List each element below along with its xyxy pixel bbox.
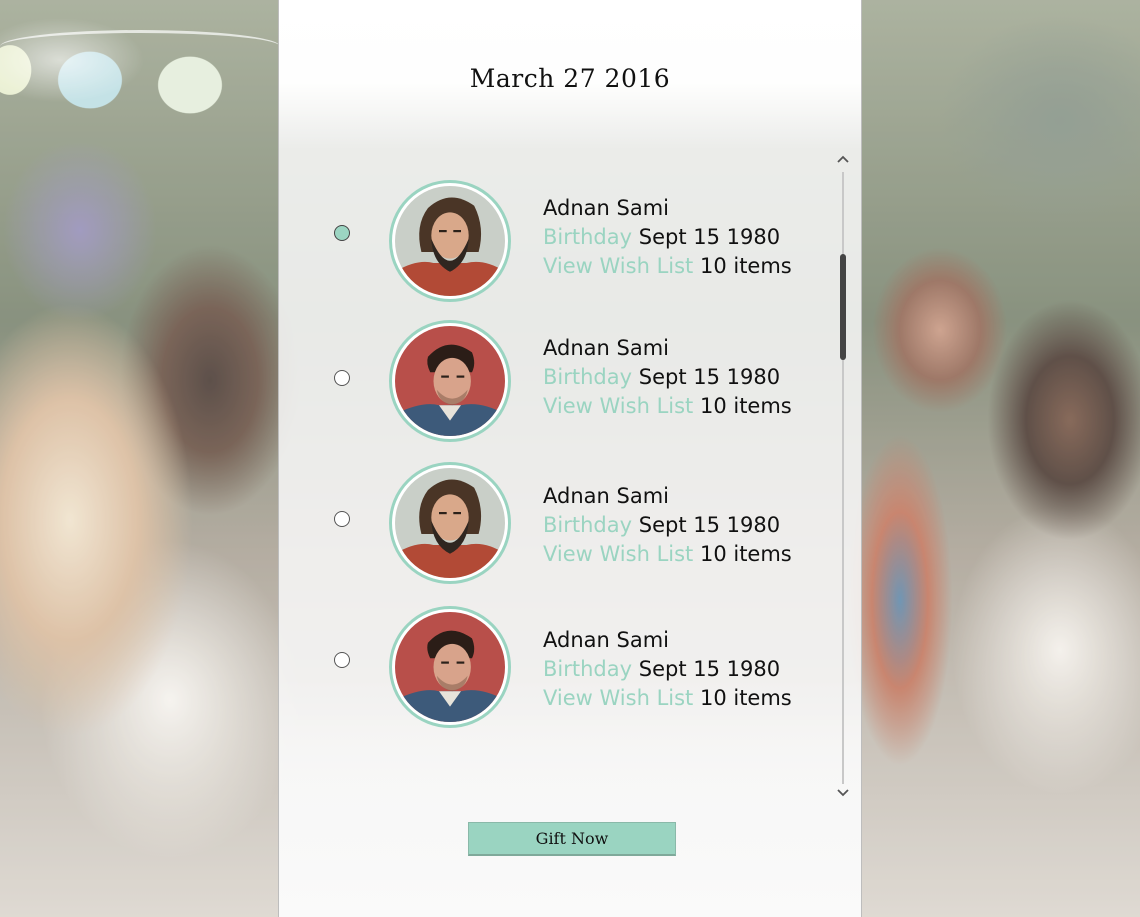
page-title: March 27 2016 [469, 64, 671, 93]
birthday-date: Sept 15 1980 [638, 365, 781, 389]
select-radio[interactable] [334, 370, 350, 386]
contact-name: Adnan Sami [543, 336, 669, 360]
wishlist-count: 10 items [699, 394, 792, 418]
birthday-date: Sept 15 1980 [638, 225, 781, 249]
select-radio[interactable] [334, 652, 350, 668]
avatar [389, 180, 511, 302]
gift-now-button[interactable]: Gift Now [468, 822, 676, 856]
contact-info: Adnan Sami Birthday Sept 15 1980 View Wi… [543, 626, 792, 713]
birthday-date: Sept 15 1980 [638, 657, 781, 681]
wishlist-count: 10 items [699, 542, 792, 566]
select-radio[interactable] [334, 511, 350, 527]
contact-info: Adnan Sami Birthday Sept 15 1980 View Wi… [543, 194, 792, 281]
view-wish-list-link[interactable]: View Wish List [543, 686, 693, 710]
contact-name: Adnan Sami [543, 628, 669, 652]
dark-haired-man-avatar-image [395, 612, 505, 722]
avatar [389, 462, 511, 584]
wishlist-count: 10 items [699, 686, 792, 710]
birthday-label: Birthday [543, 365, 633, 389]
view-wish-list-link[interactable]: View Wish List [543, 542, 693, 566]
list-item[interactable]: Adnan Sami Birthday Sept 15 1980 View Wi… [279, 320, 819, 448]
avatar [389, 320, 511, 442]
avatar [389, 606, 511, 728]
chevron-up-icon[interactable] [835, 152, 851, 168]
bearded-man-avatar-image [395, 186, 505, 296]
birthday-date: Sept 15 1980 [638, 513, 781, 537]
scrollbar-thumb[interactable] [840, 254, 846, 360]
app-screen: March 27 2016 Adnan Sami Birthday Sept 1… [0, 0, 1140, 917]
contact-name: Adnan Sami [543, 196, 669, 220]
select-radio[interactable] [334, 225, 350, 241]
scrollbar[interactable] [835, 150, 851, 806]
view-wish-list-link[interactable]: View Wish List [543, 394, 693, 418]
contact-info: Adnan Sami Birthday Sept 15 1980 View Wi… [543, 482, 792, 569]
view-wish-list-link[interactable]: View Wish List [543, 254, 693, 278]
birthday-label: Birthday [543, 513, 633, 537]
birthday-label: Birthday [543, 225, 633, 249]
list-item[interactable]: Adnan Sami Birthday Sept 15 1980 View Wi… [279, 462, 819, 590]
contact-name: Adnan Sami [543, 484, 669, 508]
birthday-label: Birthday [543, 657, 633, 681]
bearded-man-avatar-image [395, 468, 505, 578]
list-item[interactable]: Adnan Sami Birthday Sept 15 1980 View Wi… [279, 180, 819, 308]
dark-haired-man-avatar-image [395, 326, 505, 436]
birthday-panel: March 27 2016 Adnan Sami Birthday Sept 1… [278, 0, 862, 917]
wishlist-count: 10 items [699, 254, 792, 278]
chevron-down-icon[interactable] [835, 786, 851, 802]
contact-info: Adnan Sami Birthday Sept 15 1980 View Wi… [543, 334, 792, 421]
list-item[interactable]: Adnan Sami Birthday Sept 15 1980 View Wi… [279, 606, 819, 734]
